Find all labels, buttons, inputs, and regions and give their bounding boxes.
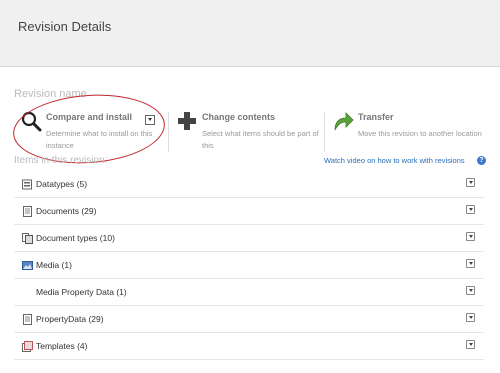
expand-icon[interactable]: [466, 259, 475, 268]
expand-icon[interactable]: [466, 286, 475, 295]
document-type-icon: [22, 233, 33, 244]
change-contents-description: Select what items should be part of this: [202, 129, 319, 150]
list-item-label: Documents (29): [36, 206, 97, 216]
list-item-document-types[interactable]: Document types (10): [14, 225, 484, 252]
list-item-datatypes[interactable]: Datatypes (5): [14, 171, 484, 198]
property-data-icon: [23, 314, 32, 325]
list-item-label: Templates (4): [36, 341, 88, 351]
list-item-documents[interactable]: Documents (29): [14, 198, 484, 225]
video-link[interactable]: Watch video on how to work with revision…: [324, 156, 465, 165]
template-icon: [22, 341, 33, 352]
expand-icon[interactable]: [466, 232, 475, 241]
items-list: Datatypes (5) Documents (29) Document ty…: [14, 171, 484, 360]
list-item-media[interactable]: Media (1): [14, 252, 484, 279]
list-item-media-property-data[interactable]: Media Property Data (1): [14, 279, 484, 306]
datatype-icon: [22, 179, 32, 190]
list-item-label: Media Property Data (1): [36, 287, 127, 297]
media-icon: [22, 261, 33, 270]
expand-icon[interactable]: [466, 313, 475, 322]
help-icon[interactable]: ?: [477, 156, 486, 165]
items-label: Items in this revision:: [14, 155, 108, 166]
list-item-label: Datatypes (5): [36, 179, 88, 189]
expand-icon[interactable]: [466, 178, 475, 187]
plus-icon: [178, 112, 196, 130]
list-item-templates[interactable]: Templates (4): [14, 333, 484, 360]
header: Revision Details: [0, 0, 500, 67]
page-title: Revision Details: [18, 19, 112, 34]
transfer-title: Transfer: [358, 112, 394, 122]
expand-icon[interactable]: [466, 340, 475, 349]
document-icon: [23, 206, 32, 217]
transfer-description: Move this revision to another location: [358, 129, 482, 138]
expand-icon[interactable]: [466, 205, 475, 214]
list-item-label: Document types (10): [36, 233, 115, 243]
action-divider: [324, 112, 325, 152]
action-divider: [168, 112, 169, 152]
list-item-property-data[interactable]: PropertyData (29): [14, 306, 484, 333]
change-contents-title: Change contents: [202, 112, 276, 122]
list-item-label: Media (1): [36, 260, 72, 270]
green-arrow-icon: [334, 112, 354, 131]
main-panel: Revision name Compare and install Determ…: [0, 67, 500, 373]
list-item-label: PropertyData (29): [36, 314, 104, 324]
